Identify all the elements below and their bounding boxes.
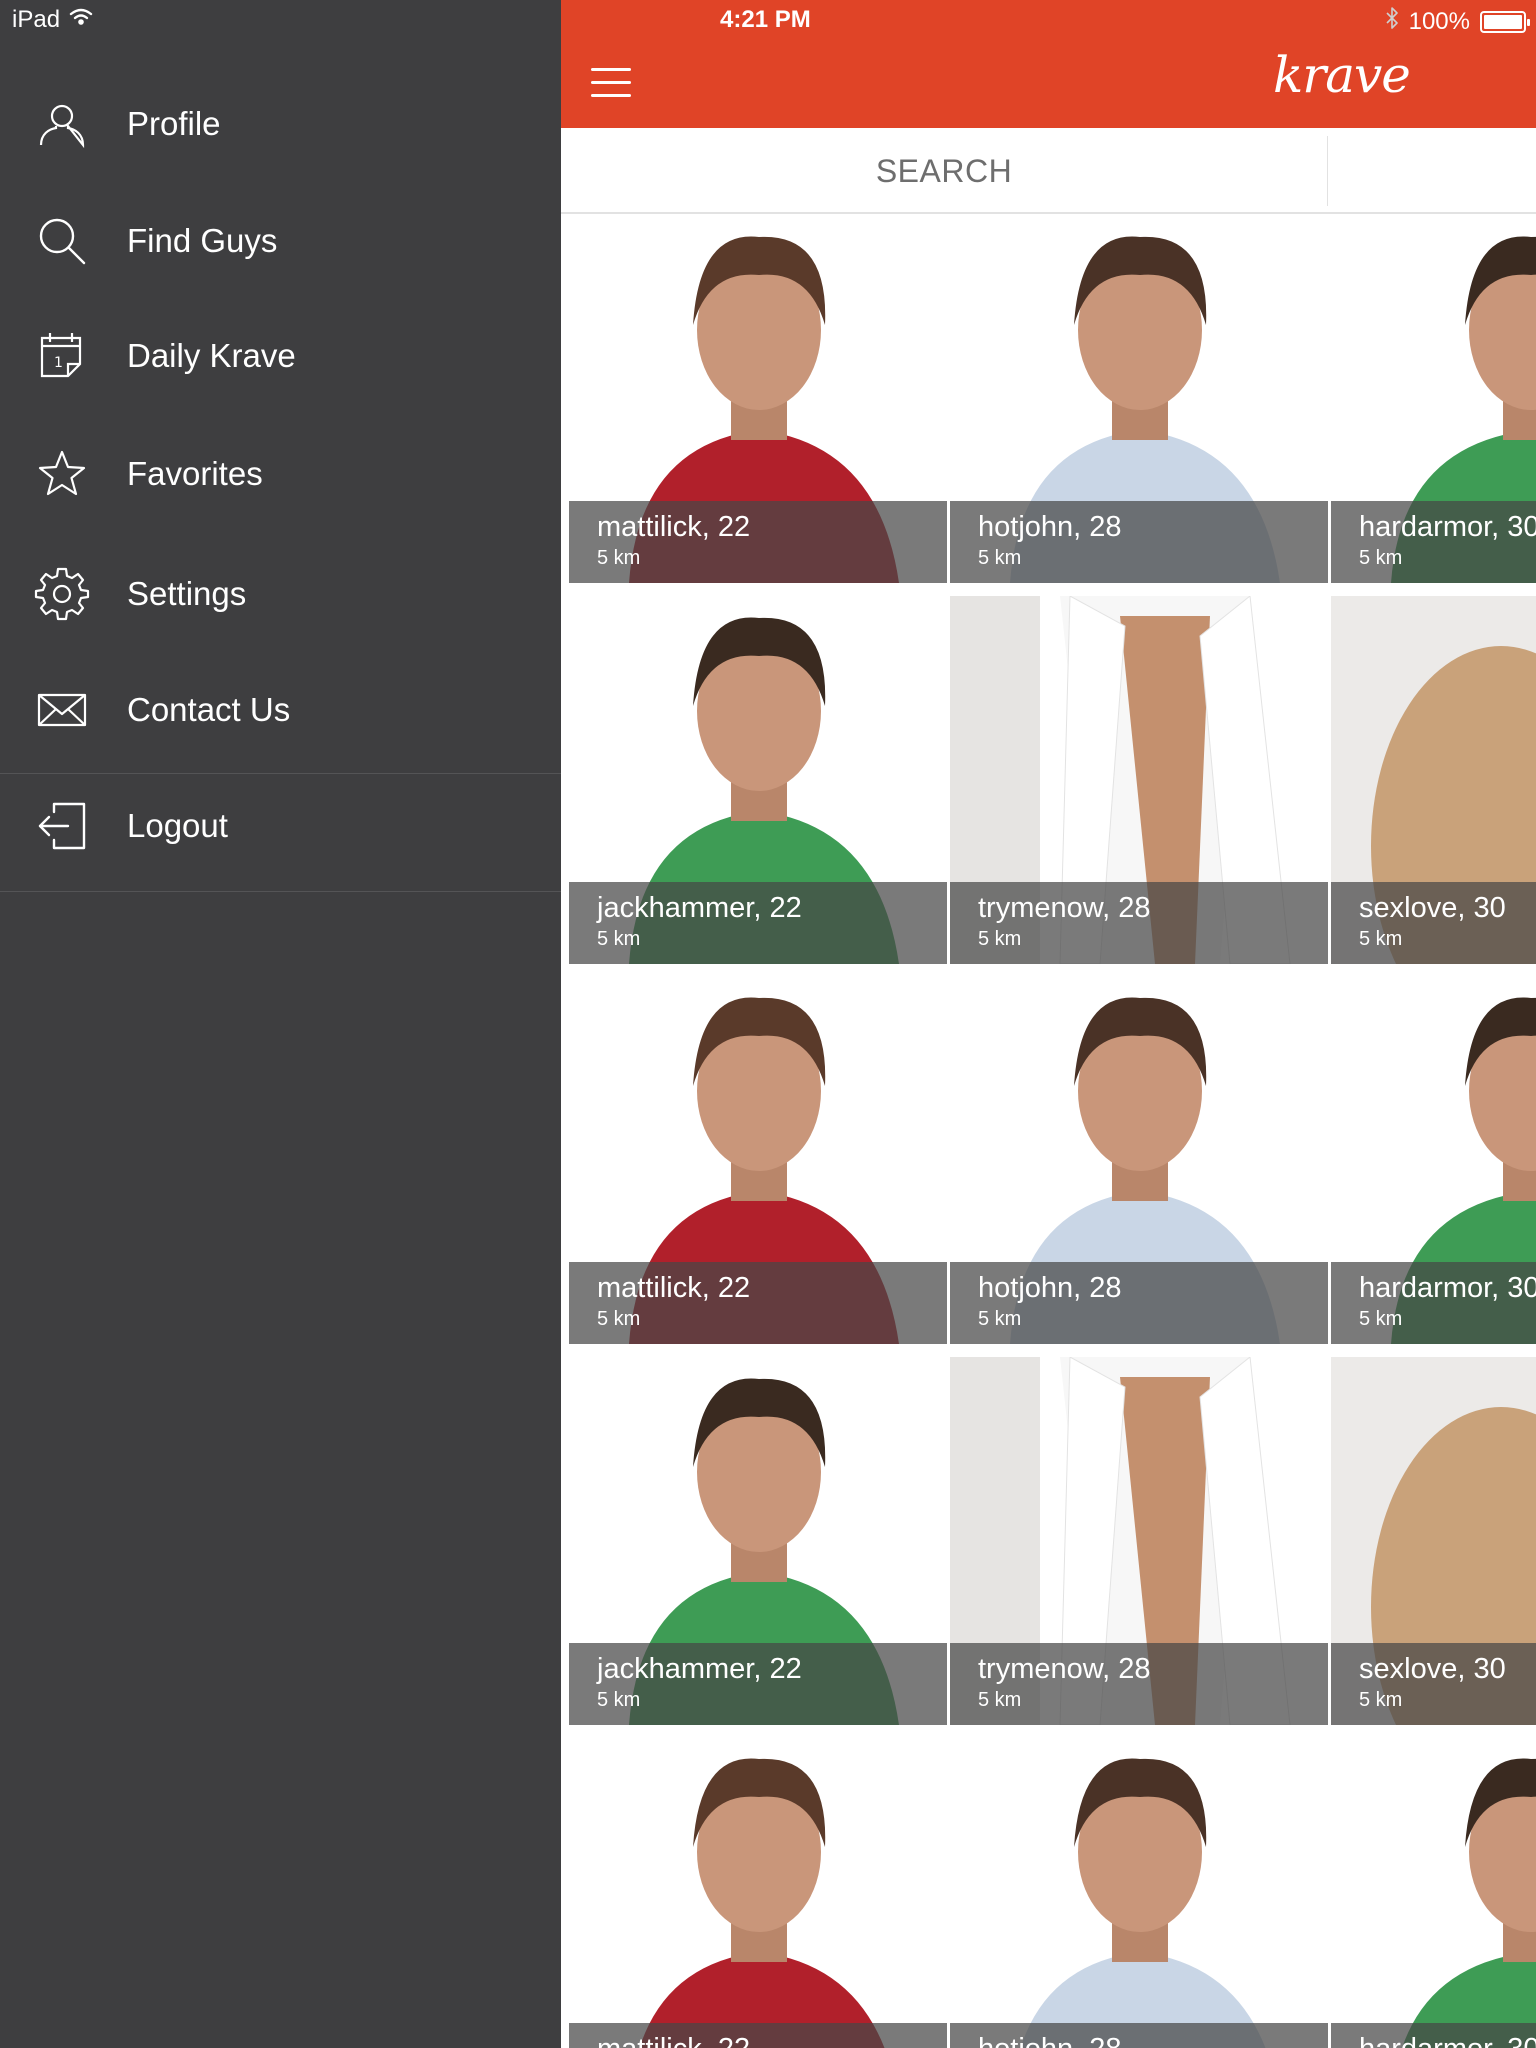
search-icon — [34, 213, 90, 269]
profile-name: hotjohn, 28 — [978, 511, 1122, 543]
menu-label-find-guys: Find Guys — [127, 222, 278, 259]
profile-caption: jackhammer, 22 5 km — [569, 882, 947, 964]
menu-label-logout: Logout — [127, 807, 228, 844]
star-icon — [34, 446, 90, 502]
gear-icon — [34, 566, 90, 622]
profile-distance: 5 km — [597, 1689, 641, 1711]
profile-name: hardarmor, 30 — [1359, 2033, 1536, 2048]
profile-distance: 5 km — [978, 928, 1022, 950]
profile-photo — [950, 1737, 1328, 2048]
profile-caption: hardarmor, 30 5 km — [1331, 501, 1536, 583]
profile-caption: trymenow, 28 5 km — [950, 1643, 1328, 1725]
profile-caption: hotjohn, 28 5 km — [950, 1262, 1328, 1344]
profile-caption: hardarmor, 30 5 km — [1331, 1262, 1536, 1344]
battery-icon — [1480, 10, 1530, 33]
profile-caption: hotjohn, 285 km — [950, 2023, 1328, 2048]
menu-item-find-guys[interactable]: Find Guys — [0, 205, 561, 277]
profile-caption: mattilick, 22 5 km — [569, 501, 947, 583]
menu-item-logout[interactable]: Logout — [0, 790, 561, 862]
menu-item-contact-us[interactable]: Contact Us — [0, 674, 561, 746]
profile-name: mattilick, 22 — [597, 2033, 750, 2048]
profile-distance: 5 km — [1359, 928, 1403, 950]
menu-label-settings: Settings — [127, 575, 247, 612]
wifi-icon — [68, 6, 94, 34]
profile-name: sexlove, 30 — [1359, 1653, 1506, 1685]
svg-text:1: 1 — [54, 355, 63, 371]
bluetooth-icon — [1385, 6, 1399, 37]
profile-name: trymenow, 28 — [978, 892, 1151, 924]
profile-caption: sexlove, 30 5 km — [1331, 882, 1536, 964]
profile-tile[interactable]: jackhammer, 22 5 km — [569, 1357, 947, 1725]
profile-tile[interactable]: sexlove, 30 5 km — [1331, 1357, 1536, 1725]
profile-name: hardarmor, 30 — [1359, 1272, 1536, 1304]
tab-search[interactable]: SEARCH — [561, 128, 1327, 214]
calendar-icon: 1 — [34, 328, 90, 384]
menu-item-profile[interactable]: Profile — [0, 88, 561, 160]
profile-distance: 5 km — [597, 928, 641, 950]
menu-item-favorites[interactable]: Favorites — [0, 438, 561, 510]
profile-distance: 5 km — [1359, 547, 1403, 569]
profile-caption: mattilick, 225 km — [569, 2023, 947, 2048]
profile-caption: mattilick, 22 5 km — [569, 1262, 947, 1344]
profile-caption: jackhammer, 22 5 km — [569, 1643, 947, 1725]
profile-caption: sexlove, 30 5 km — [1331, 1643, 1536, 1725]
profile-tile[interactable]: mattilick, 22 5 km — [569, 976, 947, 1344]
profile-caption: hardarmor, 305 km — [1331, 2023, 1536, 2048]
menu-toggle-button[interactable] — [591, 68, 631, 98]
menu-divider-bottom — [0, 891, 561, 892]
profile-tile[interactable]: mattilick, 225 km — [569, 1737, 947, 2048]
status-bar: iPad 4:21 PM 100% — [0, 0, 1536, 40]
profile-caption: trymenow, 28 5 km — [950, 882, 1328, 964]
status-time: 4:21 PM — [720, 6, 811, 33]
profile-photo — [1331, 1737, 1536, 2048]
menu-item-daily-krave[interactable]: 1 Daily Krave — [0, 320, 561, 392]
menu-label-favorites: Favorites — [127, 455, 263, 492]
profile-tile[interactable]: trymenow, 28 5 km — [950, 1357, 1328, 1725]
profile-tile[interactable]: hotjohn, 285 km — [950, 1737, 1328, 2048]
app-logo: krave — [1273, 46, 1411, 104]
profile-name: hardarmor, 30 — [1359, 511, 1536, 543]
menu-label-profile: Profile — [127, 105, 221, 142]
profile-caption: hotjohn, 28 5 km — [950, 501, 1328, 583]
profile-tile[interactable]: hardarmor, 30 5 km — [1331, 976, 1536, 1344]
menu-divider — [0, 773, 561, 774]
envelope-icon — [34, 682, 90, 738]
profile-name: jackhammer, 22 — [597, 892, 802, 924]
profile-name: mattilick, 22 — [597, 1272, 751, 1304]
profile-tile[interactable]: mattilick, 22 5 km — [569, 215, 947, 583]
profile-distance: 5 km — [1359, 1308, 1403, 1330]
profile-distance: 5 km — [978, 1308, 1022, 1330]
logout-icon — [34, 798, 90, 854]
user-icon — [34, 96, 90, 152]
profile-distance: 5 km — [978, 1689, 1022, 1711]
profile-distance: 5 km — [597, 547, 641, 569]
profile-tile[interactable]: sexlove, 30 5 km — [1331, 596, 1536, 964]
profile-distance: 5 km — [597, 1308, 641, 1330]
menu-label-contact-us: Contact Us — [127, 691, 291, 728]
side-menu: Profile Find Guys 1 Daily Krave Favorite… — [0, 0, 561, 2048]
profile-name: mattilick, 22 — [597, 511, 751, 543]
profile-tile[interactable]: hardarmor, 305 km — [1331, 1737, 1536, 2048]
profile-distance: 5 km — [978, 547, 1022, 569]
profile-tile[interactable]: hotjohn, 28 5 km — [950, 976, 1328, 1344]
profile-name: sexlove, 30 — [1359, 892, 1506, 924]
device-name: iPad — [12, 6, 61, 33]
menu-label-daily-krave: Daily Krave — [127, 337, 296, 374]
profile-tile[interactable]: trymenow, 28 5 km — [950, 596, 1328, 964]
main-panel: krave SEARCH mattilick, 22 5 km hotjohn, 2… — [561, 0, 1536, 2048]
profile-tile[interactable]: hardarmor, 30 5 km — [1331, 215, 1536, 583]
profile-tile[interactable]: jackhammer, 22 5 km — [569, 596, 947, 964]
menu-item-settings[interactable]: Settings — [0, 558, 561, 630]
battery-percent: 100% — [1408, 7, 1470, 35]
tab-divider — [1327, 136, 1328, 206]
profile-photo — [569, 1737, 947, 2048]
profile-distance: 5 km — [1359, 1689, 1403, 1711]
profile-tile[interactable]: hotjohn, 28 5 km — [950, 215, 1328, 583]
tab-bar: SEARCH — [561, 128, 1536, 214]
profile-name: trymenow, 28 — [978, 1653, 1151, 1685]
profile-name: jackhammer, 22 — [597, 1653, 802, 1685]
profile-name: hotjohn, 28 — [978, 1272, 1122, 1304]
profile-name: hotjohn, 28 — [978, 2033, 1122, 2048]
